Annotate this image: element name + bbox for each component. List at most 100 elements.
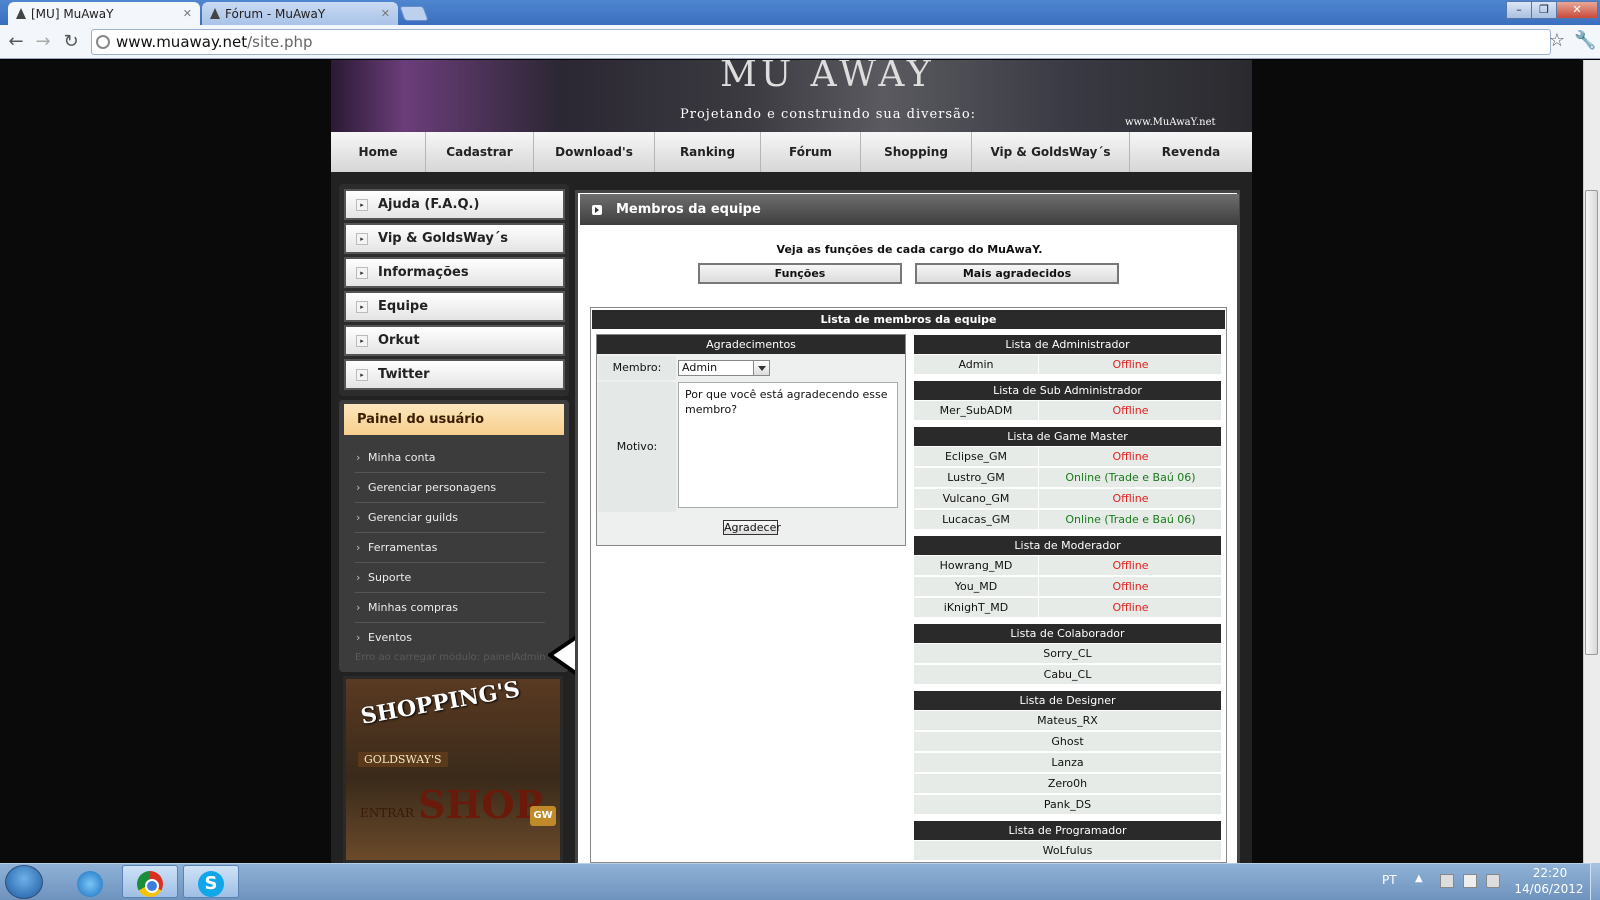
- tray-expand-icon[interactable]: ▲: [1415, 873, 1423, 884]
- nav-forum[interactable]: Fórum: [761, 132, 861, 172]
- membro-label: Membro:: [598, 356, 676, 380]
- network-icon[interactable]: [1440, 874, 1454, 888]
- sidebar-item-twitter[interactable]: ▸ Twitter: [344, 359, 565, 390]
- arrow-right-icon: ▸: [356, 232, 368, 245]
- member-name: Mateus_RX: [1037, 714, 1098, 727]
- section-title-game-master: Lista de Game Master: [914, 427, 1221, 446]
- clock-time[interactable]: 22:20: [1520, 866, 1580, 880]
- arrow-right-icon: ▸: [356, 266, 368, 279]
- member-status: Offline: [1112, 580, 1149, 593]
- sidebar-item-vip[interactable]: ▸ Vip & GoldsWay´s: [344, 223, 565, 254]
- user-panel-title: Painel do usuário: [344, 404, 564, 435]
- muaway-favicon-icon: [210, 8, 220, 19]
- sidebar-item-label: Orkut: [378, 333, 420, 348]
- address-bar[interactable]: www.muaway.net/site.php: [91, 29, 1551, 55]
- member-status: Offline: [1112, 450, 1149, 463]
- nav-vip-goldsways[interactable]: Vip & GoldsWay´s: [972, 132, 1130, 172]
- wrench-icon[interactable]: 🔧: [1574, 30, 1596, 51]
- member-name: Zero0h: [1047, 777, 1088, 790]
- nav-shopping[interactable]: Shopping: [861, 132, 972, 172]
- play-bullet-icon: [592, 205, 602, 215]
- sidebar-item-informacoes[interactable]: ▸ Informações: [344, 257, 565, 288]
- panel-link-minhas-compras[interactable]: Minhas compras: [355, 593, 545, 623]
- shop-banner-subtitle: GOLDSWAY'S: [358, 752, 448, 767]
- new-tab-button[interactable]: [399, 6, 429, 21]
- agradecer-button[interactable]: Agradecer: [723, 520, 781, 535]
- shop-gw-badge: GW: [530, 806, 556, 826]
- table-row: WoLfulus: [914, 841, 1221, 861]
- sidebar-item-orkut[interactable]: ▸ Orkut: [344, 325, 565, 356]
- windows-taskbar: [0, 863, 1600, 900]
- panel-link-suporte[interactable]: Suporte: [355, 563, 545, 593]
- agradecimentos-title: Agradecimentos: [597, 335, 905, 354]
- sidebar-item-faq[interactable]: ▸ Ajuda (F.A.Q.): [344, 189, 565, 220]
- member-name: Mer_SubADM: [914, 401, 1039, 421]
- mais-agradecidos-button[interactable]: Mais agradecidos: [915, 263, 1119, 284]
- nav-revenda[interactable]: Revenda: [1130, 132, 1252, 172]
- member-name: You_MD: [914, 577, 1039, 597]
- table-row: Mer_SubADM Offline: [914, 401, 1221, 421]
- member-name: Lucacas_GM: [914, 510, 1039, 530]
- member-status: Offline: [1112, 358, 1149, 371]
- close-window-button[interactable]: ✕: [1556, 1, 1598, 19]
- arrow-right-icon: ▸: [356, 334, 368, 347]
- member-name: Sorry_CL: [1043, 647, 1092, 660]
- site-logo: MU AWAY: [720, 60, 935, 95]
- panel-link-minha-conta[interactable]: Minha conta: [355, 443, 545, 473]
- language-indicator[interactable]: PT: [1382, 873, 1397, 887]
- member-name: Howrang_MD: [914, 556, 1039, 576]
- clock-date[interactable]: 14/06/2012: [1514, 882, 1584, 896]
- tab-close-icon[interactable]: ✕: [381, 7, 390, 20]
- panel-error-message: Erro ao carregar módulo: painelAdmin: [355, 652, 546, 663]
- table-row: Vulcano_GM Offline: [914, 489, 1221, 509]
- nav-downloads[interactable]: Download's: [534, 132, 655, 172]
- sidebar-item-label: Ajuda (F.A.Q.): [378, 197, 480, 212]
- member-status: Offline: [1112, 492, 1149, 505]
- table-row: Ghost: [914, 732, 1221, 752]
- member-list-title: Lista de membros da equipe: [592, 310, 1225, 329]
- scrollbar-thumb[interactable]: [1585, 190, 1598, 655]
- reload-icon[interactable]: ↻: [60, 31, 82, 52]
- table-row: Howrang_MD Offline: [914, 556, 1221, 576]
- panel-link-eventos[interactable]: Eventos: [355, 623, 545, 653]
- panel-link-gerenciar-guilds[interactable]: Gerenciar guilds: [355, 503, 545, 533]
- forward-arrow-icon[interactable]: →: [32, 31, 54, 52]
- shop-banner-shop: SHOP: [418, 782, 544, 827]
- page-info-globe-icon[interactable]: [96, 35, 110, 49]
- panel-link-gerenciar-personagens[interactable]: Gerenciar personagens: [355, 473, 545, 503]
- nav-ranking[interactable]: Ranking: [655, 132, 761, 172]
- section-title-moderador: Lista de Moderador: [914, 536, 1221, 555]
- action-center-flag-icon[interactable]: [1463, 874, 1477, 888]
- table-row: Admin Offline: [914, 355, 1221, 375]
- table-row: Lustro_GM Online (Trade e Baú 06): [914, 468, 1221, 488]
- member-name: Eclipse_GM: [914, 447, 1039, 467]
- chevron-down-icon[interactable]: [753, 361, 769, 375]
- volume-icon[interactable]: [1486, 874, 1500, 888]
- site-url-mark: www.MuAwaY.net: [1125, 117, 1216, 128]
- show-desktop-button[interactable]: [1590, 863, 1600, 900]
- muaway-favicon-icon: [16, 8, 26, 19]
- tab-title: Fórum - MuAwaY: [225, 6, 326, 21]
- section-title-colaborador: Lista de Colaborador: [914, 624, 1221, 643]
- funcoes-button[interactable]: Funções: [698, 263, 902, 284]
- shop-banner-enter: ENTRAR: [360, 806, 414, 820]
- nav-cadastrar[interactable]: Cadastrar: [426, 132, 534, 172]
- nav-home[interactable]: Home: [331, 132, 426, 172]
- sidebar-item-equipe[interactable]: ▸ Equipe: [344, 291, 565, 322]
- maximize-button[interactable]: ❐: [1531, 1, 1557, 19]
- tab-close-icon[interactable]: ✕: [183, 7, 192, 20]
- tab-forum[interactable]: Fórum - MuAwaY ✕: [202, 2, 398, 25]
- back-arrow-icon[interactable]: ←: [5, 31, 27, 52]
- bookmark-star-icon[interactable]: ☆: [1546, 30, 1568, 51]
- tab-muaway[interactable]: [MU] MuAwaY ✕: [8, 2, 200, 25]
- table-row: You_MD Offline: [914, 577, 1221, 597]
- member-name: WoLfulus: [1042, 844, 1093, 857]
- member-name: Vulcano_GM: [914, 489, 1039, 509]
- section-title-programador: Lista de Programador: [914, 821, 1221, 840]
- panel-link-ferramentas[interactable]: Ferramentas: [355, 533, 545, 563]
- start-button[interactable]: [5, 865, 43, 899]
- minimize-button[interactable]: –: [1506, 1, 1532, 19]
- motivo-textarea[interactable]: Por que você está agradecendo esse membr…: [678, 382, 898, 508]
- table-row: Mateus_RX: [914, 711, 1221, 731]
- section-title-designer: Lista de Designer: [914, 691, 1221, 710]
